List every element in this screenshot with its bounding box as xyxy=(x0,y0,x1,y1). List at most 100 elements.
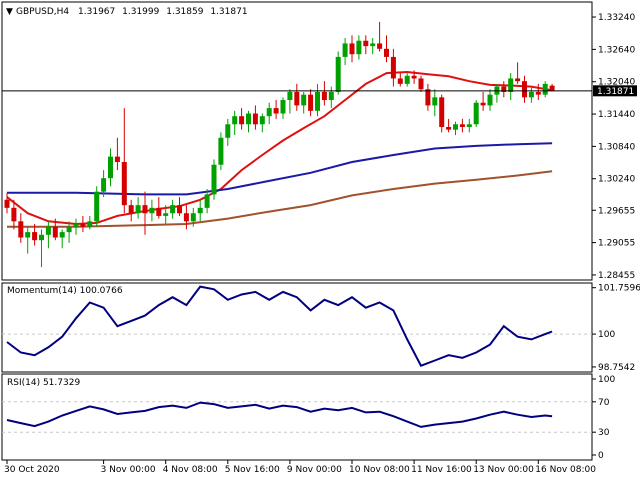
candle-body xyxy=(370,43,376,47)
price-ytick-label: 1.29655 xyxy=(598,206,635,216)
open-value: 1.31967 xyxy=(78,7,115,17)
candle-body xyxy=(190,213,196,222)
candle-body xyxy=(239,116,245,125)
candle-body xyxy=(94,191,100,222)
candle-body xyxy=(522,81,527,98)
candle-body xyxy=(183,213,189,222)
xtick-label: 3 Nov 00:00 xyxy=(101,465,156,475)
price-ytick-label: 1.30840 xyxy=(598,142,635,152)
candle-body xyxy=(363,40,369,47)
xtick-label: 13 Nov 00:00 xyxy=(473,465,534,475)
candle-body xyxy=(273,108,279,114)
candle-body xyxy=(108,156,113,179)
momentum-label: Momentum(14) 100.0766 xyxy=(7,286,123,296)
xtick-label: 30 Oct 2020 xyxy=(4,465,60,475)
candle-body xyxy=(259,116,265,125)
rsi-y-axis: 100 70 30 0 xyxy=(592,375,615,461)
rsi-ytick-label: 0 xyxy=(598,451,604,461)
candle-body xyxy=(114,156,120,163)
candle-body xyxy=(142,205,148,214)
candle-body xyxy=(149,207,155,214)
candle-body xyxy=(177,205,182,214)
xtick-label: 16 Nov 08:00 xyxy=(535,465,596,475)
xtick-label: 10 Nov 08:00 xyxy=(349,465,410,475)
candle-body xyxy=(480,102,486,106)
candle-body xyxy=(453,124,458,130)
chart-header: GBPUSD,H4 1.31967 1.31999 1.31859 1.3187… xyxy=(16,7,248,17)
candle-body xyxy=(328,91,334,101)
candle-body xyxy=(356,40,362,55)
candle-body xyxy=(439,97,445,127)
candle-body xyxy=(66,226,72,233)
candle-body xyxy=(397,78,403,84)
candle-body xyxy=(135,205,141,214)
price-ytick-label: 1.32640 xyxy=(598,45,635,55)
candle-body xyxy=(390,56,396,79)
candle-body xyxy=(459,124,465,127)
candle-body xyxy=(218,137,224,165)
candle-body xyxy=(294,91,300,106)
candle-body xyxy=(232,116,238,125)
candle-body xyxy=(515,78,521,82)
momentum-y-axis: 101.7596 100 98.7542 xyxy=(592,284,640,373)
candle-body xyxy=(101,178,107,192)
candle-body xyxy=(11,207,17,222)
price-ytick-label: 1.30240 xyxy=(598,175,635,185)
time-x-axis: 30 Oct 2020 3 Nov 00:00 4 Nov 08:00 5 Nov 1… xyxy=(4,460,596,475)
candle-body xyxy=(466,124,472,127)
candle-body xyxy=(59,232,65,238)
candle-body xyxy=(39,234,44,241)
candle-body xyxy=(204,194,210,208)
price-ytick-label: 1.31440 xyxy=(598,110,635,120)
candle-body xyxy=(80,224,86,227)
price-y-axis: 1.332401.326401.320401.314401.308401.302… xyxy=(592,13,635,281)
candle-body xyxy=(342,43,348,57)
candle-body xyxy=(308,94,314,111)
candle-body xyxy=(315,91,320,111)
candle-body xyxy=(266,108,272,117)
candle-body xyxy=(542,83,548,95)
xtick-label: 4 Nov 08:00 xyxy=(163,465,218,475)
rsi-ytick-label: 70 xyxy=(598,398,610,408)
symbol-label: GBPUSD,H4 xyxy=(16,7,69,17)
high-value: 1.31999 xyxy=(122,7,159,17)
candle-body xyxy=(301,94,307,106)
candle-body xyxy=(197,207,203,214)
candle-body xyxy=(321,91,327,101)
rsi-label: RSI(14) 51.7329 xyxy=(7,378,80,388)
trading-chart[interactable]: 1.332401.326401.320401.314401.308401.302… xyxy=(0,0,640,480)
rsi-panel-frame xyxy=(1,373,593,461)
candle-body xyxy=(121,162,127,206)
candle-body xyxy=(425,89,431,106)
candle-body xyxy=(252,113,258,125)
close-value: 1.31871 xyxy=(210,7,247,17)
candle-body xyxy=(384,48,389,57)
candle-body xyxy=(170,205,176,214)
candle-body xyxy=(18,221,24,238)
candle-body xyxy=(25,232,31,238)
candle-body xyxy=(377,43,383,49)
candle-body xyxy=(4,199,10,208)
candle-body xyxy=(32,232,38,241)
price-ytick-label: 1.33240 xyxy=(598,13,635,23)
candle-body xyxy=(52,226,58,238)
candle-body xyxy=(225,124,231,138)
candle-body xyxy=(411,75,417,79)
xtick-label: 11 Nov 16:00 xyxy=(411,465,472,475)
rsi-ytick-label: 30 xyxy=(598,428,610,438)
chart-header-arrow[interactable]: ▼ xyxy=(6,7,13,17)
candle-body xyxy=(156,207,162,216)
candle-body xyxy=(549,85,555,91)
candle-body xyxy=(287,91,293,101)
candle-body xyxy=(508,78,514,92)
candle-body xyxy=(432,97,438,106)
candle-body xyxy=(535,91,541,95)
rsi-ytick-label: 100 xyxy=(598,375,615,385)
momentum-ytick-label: 100 xyxy=(598,330,615,340)
candle-body xyxy=(128,205,134,214)
candle-body xyxy=(473,102,479,125)
candle-body xyxy=(246,113,251,125)
candle-body xyxy=(446,126,452,130)
candle-body xyxy=(87,221,93,227)
low-value: 1.31859 xyxy=(166,7,203,17)
